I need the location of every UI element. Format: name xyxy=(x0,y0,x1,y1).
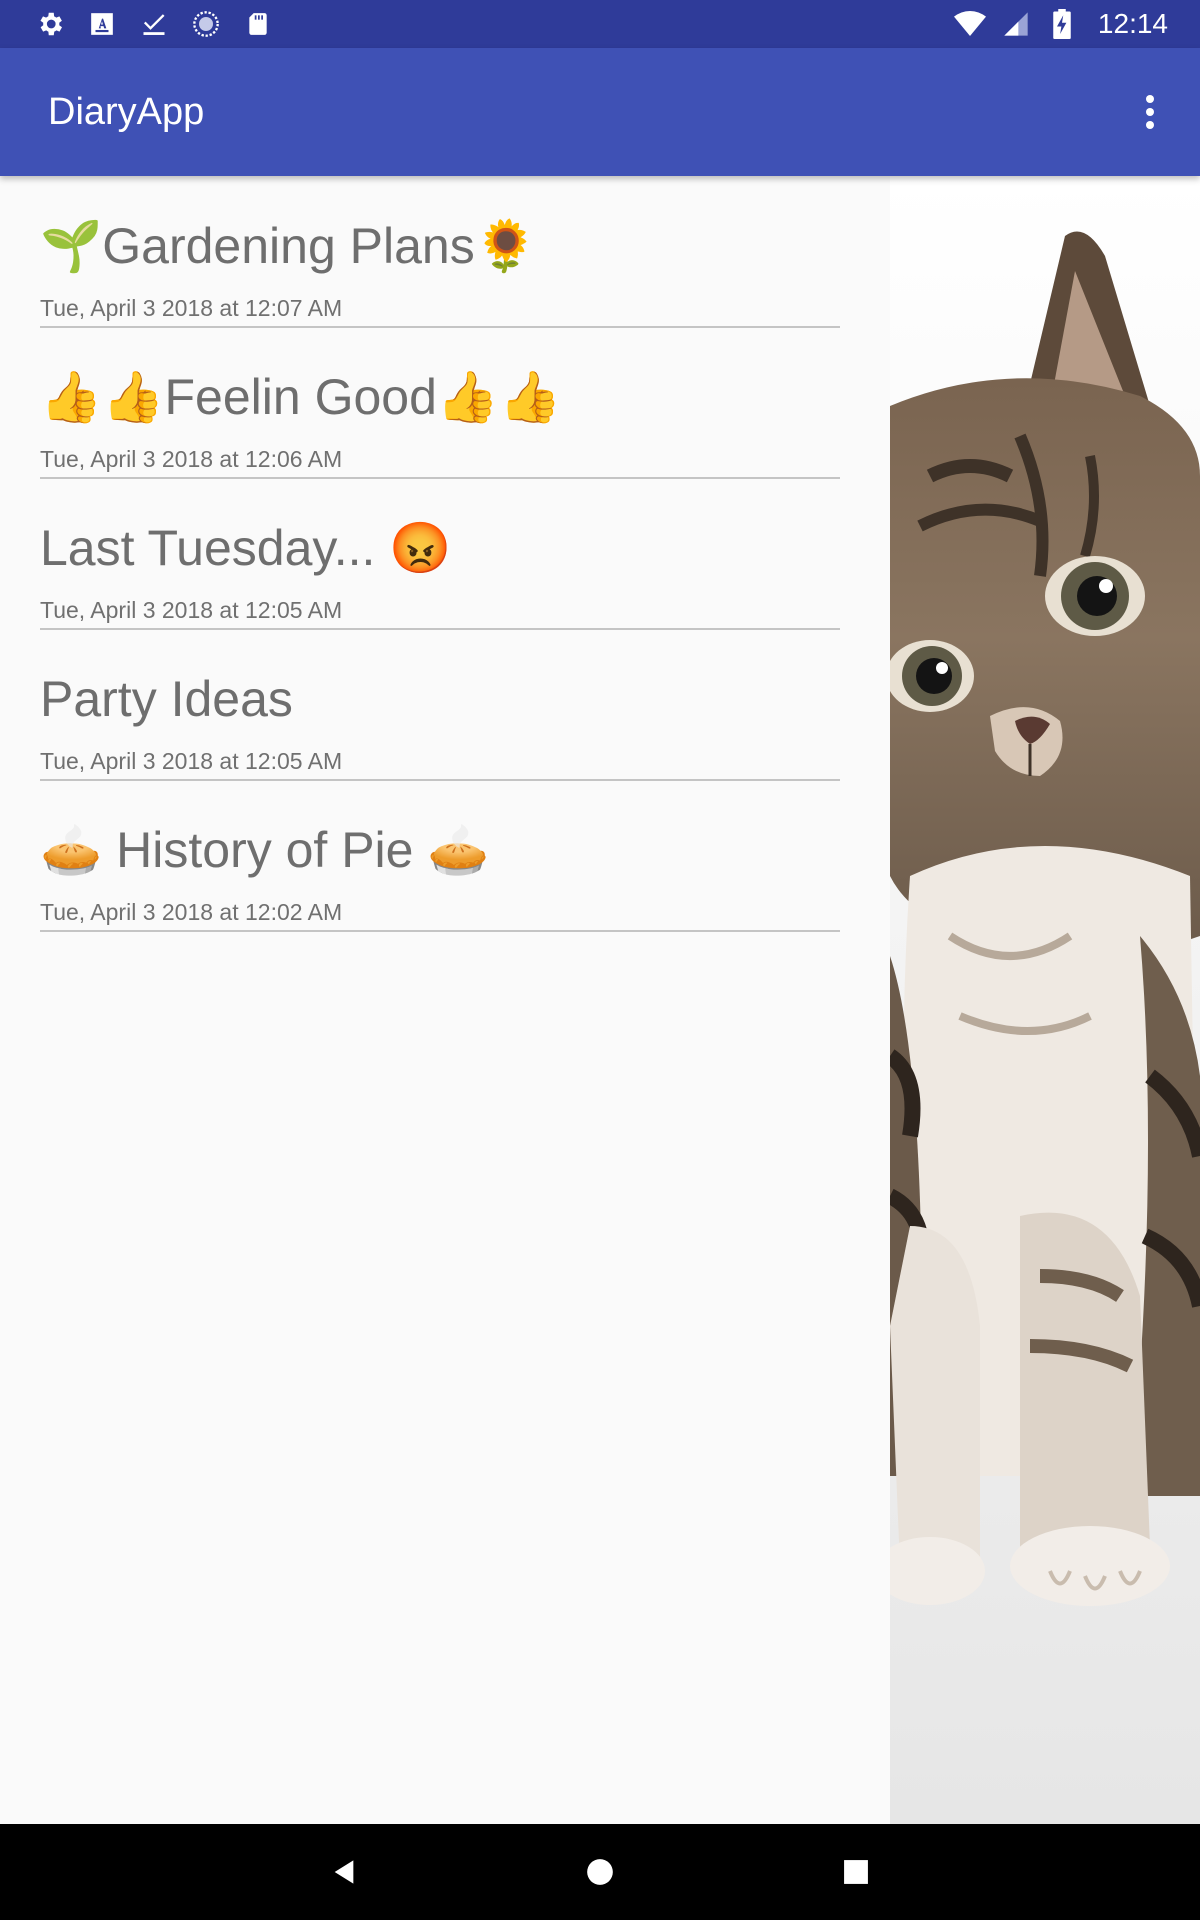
diary-entry[interactable]: Last Tuesday... 😡 Tue, April 3 2018 at 1… xyxy=(40,478,840,630)
diary-entry[interactable]: 🌱Gardening Plans🌻 Tue, April 3 2018 at 1… xyxy=(40,176,840,328)
recents-button[interactable] xyxy=(832,1848,880,1896)
settings-icon xyxy=(34,8,66,40)
sync-icon xyxy=(190,8,222,40)
home-icon xyxy=(587,1859,613,1885)
entry-title: Party Ideas xyxy=(40,671,293,727)
entry-title: Last Tuesday... 😡 xyxy=(40,520,452,576)
screen: 12:14 DiaryApp 🌱Gardening Plans🌻 Tue, Ap… xyxy=(0,0,1200,1920)
wifi-icon xyxy=(953,8,986,40)
diary-entry[interactable]: 👍👍Feelin Good👍👍 Tue, April 3 2018 at 12:… xyxy=(40,327,840,479)
back-button[interactable] xyxy=(320,1848,368,1896)
app-bar: DiaryApp xyxy=(0,48,1200,176)
entry-date: Tue, April 3 2018 at 12:05 AM xyxy=(40,597,343,623)
sd-card-icon xyxy=(242,8,274,40)
home-button[interactable] xyxy=(576,1848,624,1896)
status-bar: 12:14 xyxy=(0,0,1200,48)
overflow-menu-button[interactable] xyxy=(1118,80,1182,144)
entry-title: 🥧 History of Pie 🥧 xyxy=(40,822,490,878)
battery-charging-icon xyxy=(1046,8,1078,40)
diary-entry[interactable]: 🥧 History of Pie 🥧 Tue, April 3 2018 at … xyxy=(40,780,840,932)
status-time: 12:14 xyxy=(1097,8,1168,39)
entry-date: Tue, April 3 2018 at 12:07 AM xyxy=(40,295,343,321)
navigation-bar xyxy=(0,1824,1200,1920)
cell-signal-icon xyxy=(1000,8,1032,40)
entry-date: Tue, April 3 2018 at 12:05 AM xyxy=(40,748,343,774)
system-status-icons: 12:14 xyxy=(953,0,1168,48)
entry-title: 🌱Gardening Plans🌻 xyxy=(40,218,537,274)
notification-icons xyxy=(34,0,274,48)
app-title: DiaryApp xyxy=(48,91,205,133)
recents-icon xyxy=(844,1860,868,1884)
entry-date: Tue, April 3 2018 at 12:02 AM xyxy=(40,899,343,925)
diary-entry[interactable]: Party Ideas Tue, April 3 2018 at 12:05 A… xyxy=(40,629,840,781)
entry-date: Tue, April 3 2018 at 12:06 AM xyxy=(40,446,343,472)
kitten-photo xyxy=(890,176,1200,1824)
diary-entry-list: 🌱Gardening Plans🌻 Tue, April 3 2018 at 1… xyxy=(0,176,890,1824)
kitten-illustration xyxy=(890,176,1200,1824)
checkmark-icon xyxy=(138,8,170,40)
entry-title: 👍👍Feelin Good👍👍 xyxy=(40,369,562,425)
back-icon xyxy=(334,1860,354,1884)
more-vert-icon xyxy=(1146,95,1154,129)
keyboard-a-icon xyxy=(86,8,118,40)
